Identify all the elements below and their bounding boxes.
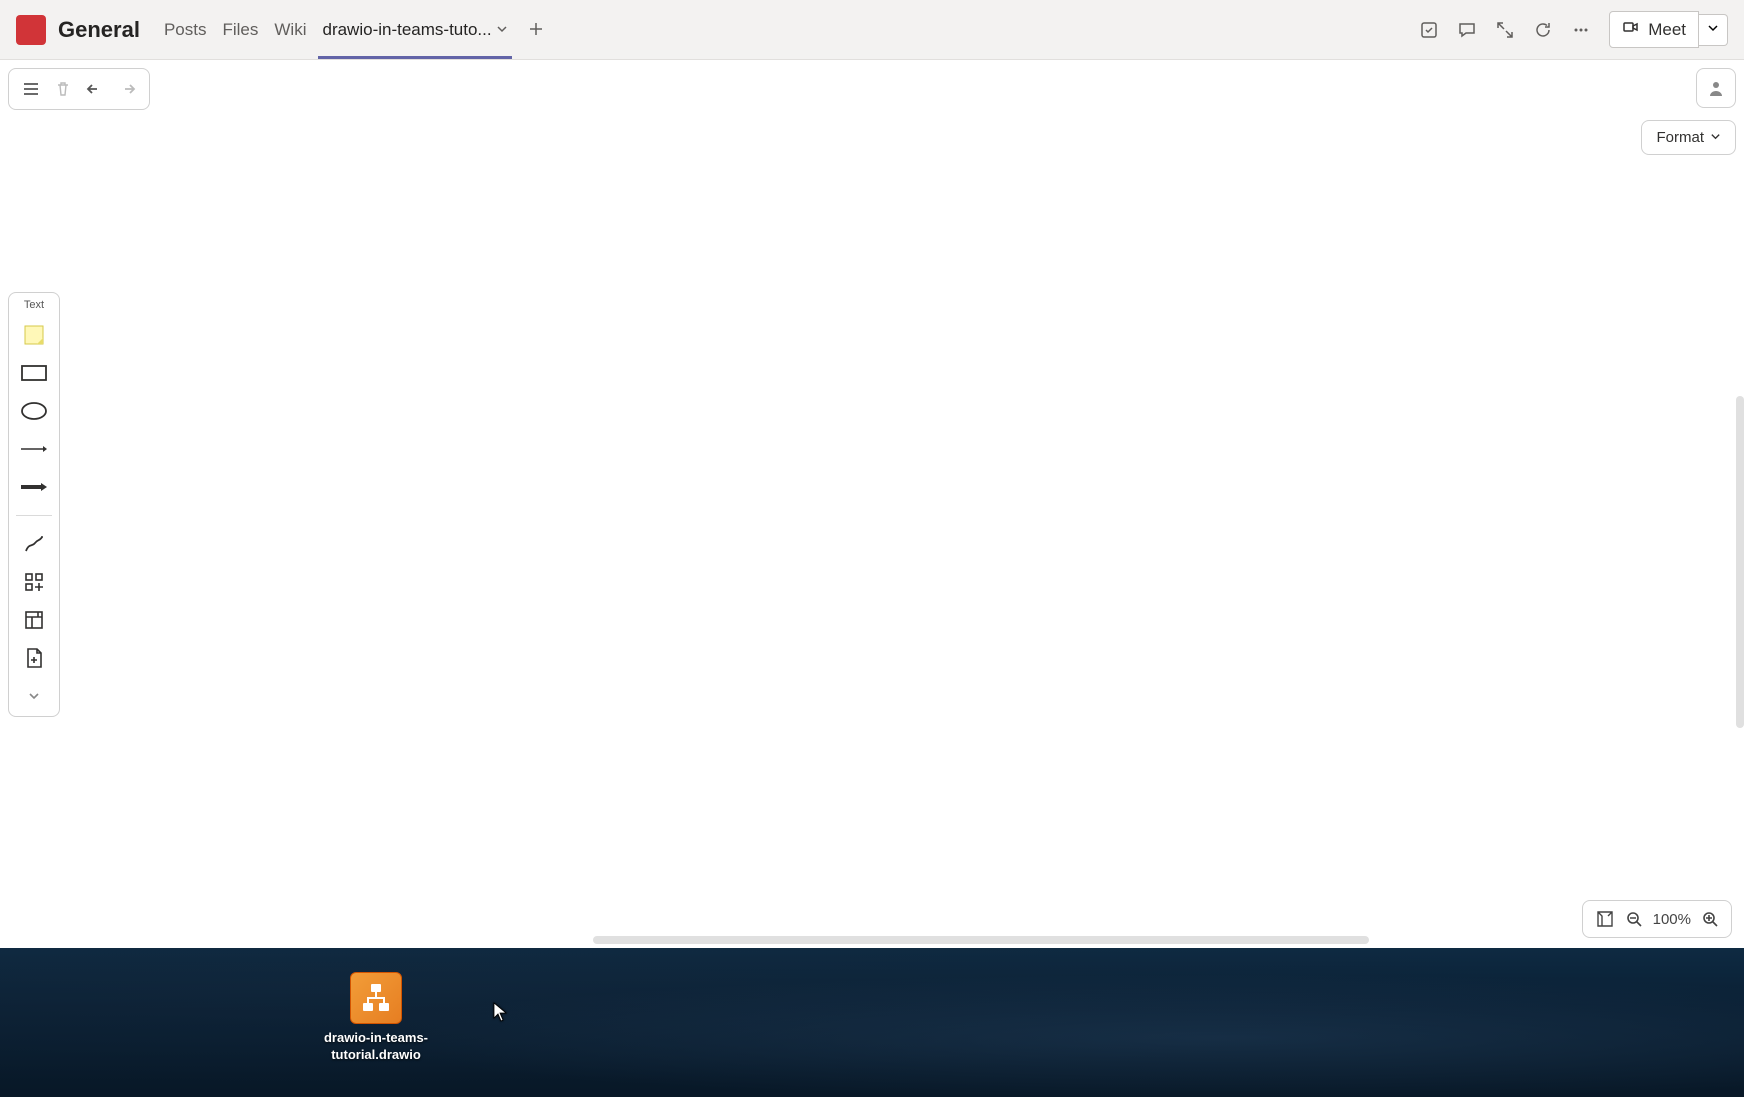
tab-drawio-label: drawio-in-teams-tuto...: [322, 20, 491, 40]
format-label: Format: [1656, 129, 1704, 146]
vertical-scrollbar[interactable]: [1736, 396, 1744, 728]
channel-tabs: Posts Files Wiki drawio-in-teams-tuto...: [156, 0, 556, 59]
shapes-panel: Text: [8, 292, 60, 717]
zoom-panel: 100%: [1582, 900, 1732, 938]
expand-icon[interactable]: [1495, 20, 1515, 40]
shapes-library-icon[interactable]: [19, 568, 49, 596]
cursor-icon: [493, 1002, 509, 1027]
top-toolbar: [8, 68, 150, 110]
menu-button[interactable]: [17, 75, 45, 103]
text-tool[interactable]: Text: [24, 299, 44, 311]
channel-name: General: [58, 17, 140, 43]
app-icon[interactable]: [1419, 20, 1439, 40]
zoom-in-button[interactable]: [1701, 910, 1719, 928]
undo-button[interactable]: [81, 75, 109, 103]
line-shape[interactable]: [19, 435, 49, 463]
drawio-canvas-area[interactable]: Format Text: [0, 60, 1744, 948]
add-tab-button[interactable]: [516, 17, 556, 43]
chevron-down-icon: [1710, 129, 1721, 146]
format-button[interactable]: Format: [1641, 120, 1736, 155]
tab-files[interactable]: Files: [214, 0, 266, 59]
redo-button: [113, 75, 141, 103]
arrow-shape[interactable]: [19, 473, 49, 501]
chevron-down-icon[interactable]: [496, 20, 508, 40]
zoom-out-button[interactable]: [1625, 910, 1643, 928]
video-icon: [1622, 18, 1640, 41]
meet-label: Meet: [1648, 20, 1686, 40]
expand-shapes-icon[interactable]: [19, 682, 49, 710]
tab-posts[interactable]: Posts: [156, 0, 215, 59]
meet-more-button[interactable]: [1699, 14, 1728, 46]
chat-icon[interactable]: [1457, 20, 1477, 40]
meet-button-group: Meet: [1609, 11, 1728, 48]
drawio-file-icon[interactable]: [350, 972, 402, 1024]
desktop-background[interactable]: drawio-in-teams-tutorial.drawio: [0, 948, 1744, 1097]
share-user-button[interactable]: [1696, 68, 1736, 108]
ellipse-shape[interactable]: [19, 397, 49, 425]
separator: [16, 515, 52, 516]
meet-button[interactable]: Meet: [1609, 11, 1699, 48]
teams-top-bar: General Posts Files Wiki drawio-in-teams…: [0, 0, 1744, 60]
team-avatar[interactable]: [16, 15, 46, 45]
zoom-value[interactable]: 100%: [1653, 911, 1691, 928]
table-tool[interactable]: [19, 606, 49, 634]
more-icon[interactable]: [1571, 20, 1591, 40]
insert-page-icon[interactable]: [19, 644, 49, 672]
freehand-tool[interactable]: [19, 530, 49, 558]
horizontal-scrollbar[interactable]: [593, 936, 1369, 944]
tab-wiki[interactable]: Wiki: [266, 0, 314, 59]
desktop-file-label[interactable]: drawio-in-teams-tutorial.drawio: [320, 1030, 432, 1064]
delete-button: [49, 75, 77, 103]
top-right-actions: Meet: [1419, 11, 1728, 48]
sticky-note-shape[interactable]: [19, 321, 49, 349]
refresh-icon[interactable]: [1533, 20, 1553, 40]
tab-drawio[interactable]: drawio-in-teams-tuto...: [314, 0, 515, 59]
outline-icon[interactable]: [1595, 909, 1615, 929]
rectangle-shape[interactable]: [19, 359, 49, 387]
